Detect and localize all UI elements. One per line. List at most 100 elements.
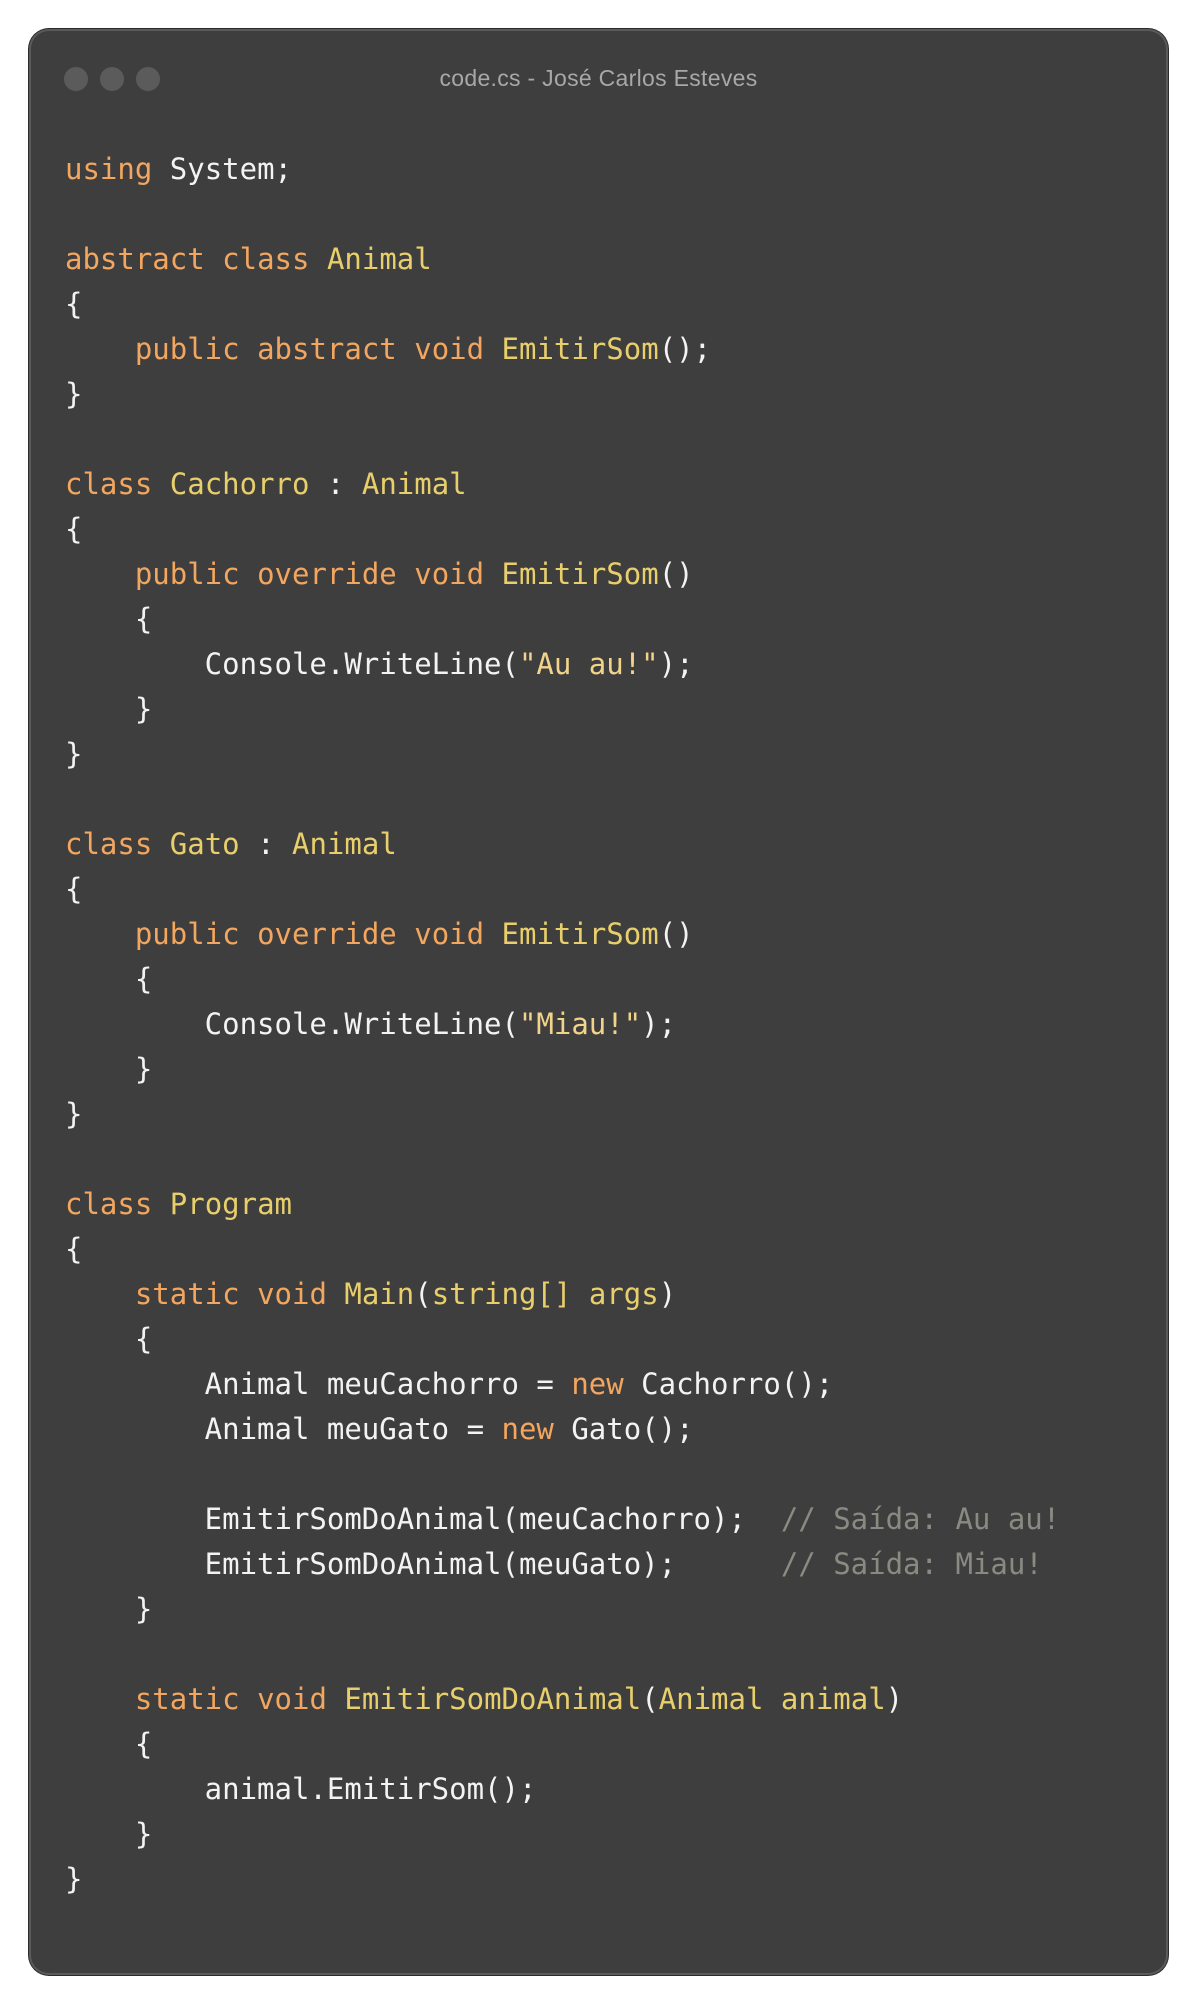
code-token: abstract (257, 332, 397, 366)
code-line: } (65, 1857, 1060, 1902)
code-line: { (65, 1317, 1060, 1362)
code-line: static void Main(string[] args) (65, 1272, 1060, 1317)
code-token: EmitirSom (501, 557, 659, 591)
code-token: } (65, 1862, 83, 1896)
code-token: : (239, 827, 293, 861)
code-line: public override void EmitirSom() (65, 552, 1060, 597)
code-token: void (414, 917, 485, 951)
code-token: EmitirSom (501, 332, 659, 366)
code-token: class (65, 827, 153, 861)
code-token: Program (169, 1187, 292, 1221)
code-token: { (65, 602, 153, 636)
code-token: "Au au!" (518, 647, 659, 681)
code-token: public (134, 557, 240, 591)
code-line: class Gato : Animal (65, 822, 1060, 867)
code-token: } (65, 692, 153, 726)
code-token: } (65, 1592, 153, 1626)
code-token: EmitirSom (501, 917, 659, 951)
code-line: class Cachorro : Animal (65, 462, 1060, 507)
code-token: Animal (292, 827, 397, 861)
code-token: animal.EmitirSom(); (65, 1772, 537, 1806)
code-line: } (65, 1587, 1060, 1632)
code-token: ( (641, 1682, 659, 1716)
code-token: ); (641, 1007, 677, 1041)
code-token: // Saída: Miau! (780, 1547, 1043, 1581)
code-token: void (257, 1277, 327, 1311)
code-line: EmitirSomDoAnimal(meuGato); // Saída: Mi… (65, 1542, 1060, 1587)
code-token: public (134, 332, 240, 366)
code-line: { (65, 867, 1060, 912)
code-token: args (588, 1277, 659, 1311)
code-token: animal (780, 1682, 886, 1716)
code-line: { (65, 957, 1060, 1002)
code-token: Animal (326, 242, 432, 276)
code-token: void (414, 557, 485, 591)
code-token: { (65, 1232, 83, 1266)
code-line: using System; (65, 147, 1060, 192)
code-line: { (65, 597, 1060, 642)
code-token: ( (414, 1277, 432, 1311)
code-token: Cachorro(); (623, 1367, 834, 1401)
code-token: string[] (431, 1277, 572, 1311)
code-line: static void EmitirSomDoAnimal(Animal ani… (65, 1677, 1060, 1722)
code-line: Animal meuCachorro = new Cachorro(); (65, 1362, 1060, 1407)
code-token: { (65, 287, 83, 321)
code-token: new (571, 1367, 624, 1401)
code-token: { (65, 872, 83, 906)
code-token: Cachorro (169, 467, 310, 501)
code-line: class Program (65, 1182, 1060, 1227)
code-token: static (134, 1277, 240, 1311)
code-token: Animal meuGato = (65, 1412, 502, 1446)
code-line: Console.WriteLine("Miau!"); (65, 1002, 1060, 1047)
code-token: class (222, 242, 310, 276)
code-token: Console.WriteLine( (65, 1007, 519, 1041)
code-token: using (65, 152, 153, 186)
code-token: { (65, 1727, 153, 1761)
code-line: { (65, 1722, 1060, 1767)
code-token: } (65, 737, 83, 771)
code-line: animal.EmitirSom(); (65, 1767, 1060, 1812)
code-token: } (65, 1817, 153, 1851)
code-token: // Saída: Au au! (780, 1502, 1061, 1536)
code-token: override (257, 557, 397, 591)
code-line: { (65, 507, 1060, 552)
code-token: () (658, 557, 694, 591)
code-token: } (65, 1097, 83, 1131)
code-token: class (65, 467, 153, 501)
code-token: } (65, 377, 83, 411)
code-token: abstract (65, 242, 205, 276)
code-token: EmitirSomDoAnimal (344, 1682, 642, 1716)
code-token: static (134, 1682, 240, 1716)
code-token: Animal meuCachorro = (65, 1367, 572, 1401)
code-token: ) (658, 1277, 677, 1311)
code-token: Animal (361, 467, 467, 501)
code-token: EmitirSomDoAnimal(meuCachorro); (65, 1502, 781, 1536)
code-token: new (501, 1412, 554, 1446)
code-token: : (309, 467, 362, 501)
code-token: { (65, 962, 153, 996)
code-token: class (65, 1187, 153, 1221)
code-token: } (65, 1052, 153, 1086)
code-token: () (658, 917, 694, 951)
code-line: EmitirSomDoAnimal(meuCachorro); // Saída… (65, 1497, 1061, 1542)
